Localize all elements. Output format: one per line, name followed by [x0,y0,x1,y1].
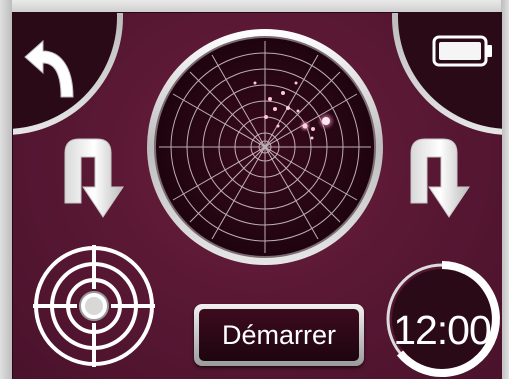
frame-right [501,0,509,379]
u-turn-left-button[interactable] [64,138,124,218]
start-button-label: Démarrer [199,309,359,361]
u-turn-right-button[interactable] [410,138,470,218]
start-button[interactable]: Démarrer [194,304,364,366]
main-panel: Démarrer 12:00 [12,12,502,379]
crosshair-target-icon [33,245,155,367]
u-turn-down-icon [64,138,124,218]
u-turn-down-icon [410,138,470,218]
app-screen: Démarrer 12:00 [0,0,509,379]
frame-top [0,0,509,12]
battery-indicator [392,13,502,135]
back-button[interactable] [13,13,123,135]
timer-time: 12:00 [393,307,492,353]
radar-scope [147,29,383,265]
target-button[interactable] [33,245,155,367]
frame-left [0,0,12,379]
